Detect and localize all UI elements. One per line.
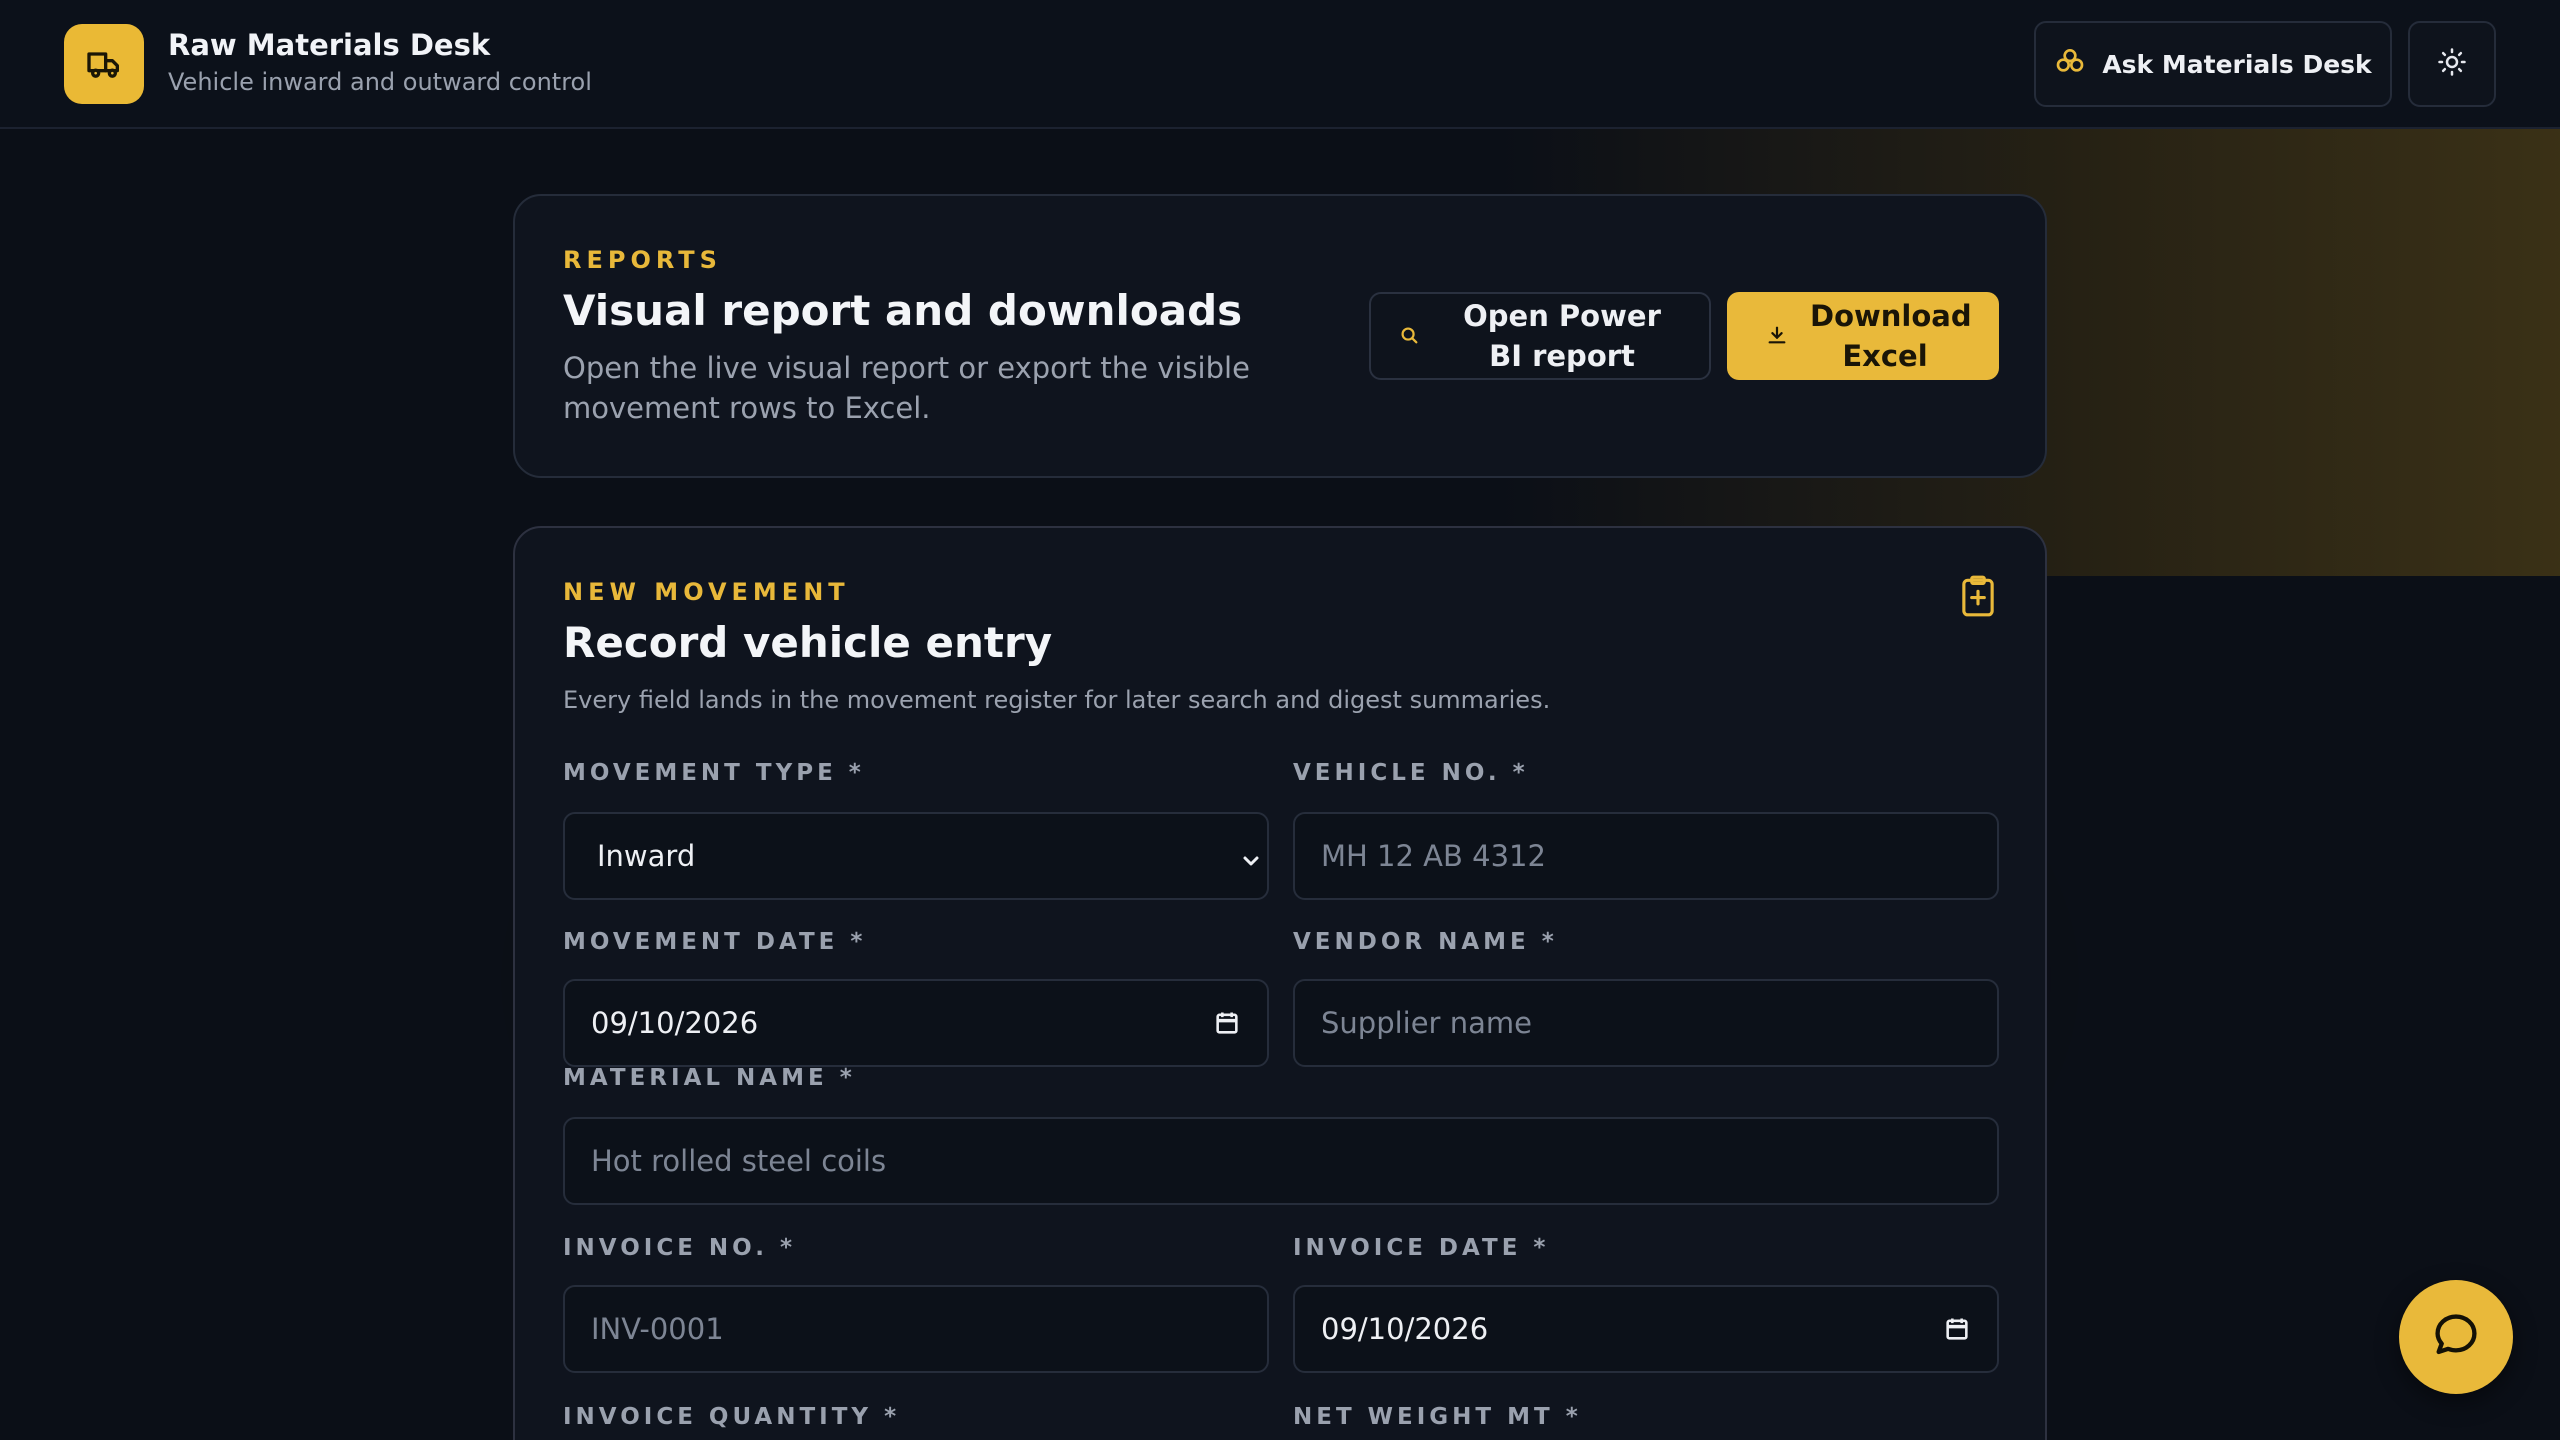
invoice-date-label: INVOICE DATE * (1293, 1235, 1550, 1261)
reports-description: Open the live visual report or export th… (563, 351, 1250, 425)
material-name-placeholder: Hot rolled steel coils (591, 1144, 887, 1178)
vehicle-no-label: VEHICLE NO. * (1293, 760, 1529, 786)
invoice-quantity-label: INVOICE QUANTITY * (563, 1404, 901, 1430)
reports-title: Visual report and downloads (563, 286, 1243, 335)
movement-date-value: 09/10/2026 (591, 1006, 759, 1040)
vehicle-no-input[interactable]: MH 12 AB 4312 (1293, 812, 1999, 900)
new-movement-card: NEW MOVEMENT Record vehicle entry Every … (513, 526, 2047, 1440)
app-subtitle: Vehicle inward and outward control (168, 68, 592, 96)
invoice-no-placeholder: INV-0001 (591, 1312, 724, 1346)
calendar-icon[interactable] (1213, 1009, 1241, 1044)
invoice-no-label: INVOICE NO. * (563, 1235, 796, 1261)
ask-button-label: Ask Materials Desk (2102, 49, 2372, 79)
movement-type-label: MOVEMENT TYPE * (563, 760, 865, 786)
download-excel-button[interactable]: Download Excel (1727, 292, 1999, 380)
truck-icon (64, 24, 144, 104)
movement-type-select[interactable]: Inward (563, 812, 1269, 900)
movement-type-value: Inward (597, 839, 696, 873)
top-bar: Raw Materials Desk Vehicle inward and ou… (0, 0, 2560, 129)
movement-description: Every field lands in the movement regist… (563, 686, 1551, 714)
movement-date-label: MOVEMENT DATE * (563, 929, 867, 955)
chat-bubble-icon (2430, 1309, 2482, 1365)
power-bi-button-label: Open Power BI report (1463, 299, 1661, 373)
vendor-name-placeholder: Supplier name (1321, 1006, 1532, 1040)
vendor-name-input[interactable]: Supplier name (1293, 979, 1999, 1067)
reports-card: REPORTS Visual report and downloads Open… (513, 194, 2047, 478)
download-icon (1766, 316, 1788, 356)
sun-icon (2437, 47, 2467, 81)
calendar-icon[interactable] (1943, 1315, 1971, 1350)
invoice-date-input[interactable]: 09/10/2026 (1293, 1285, 1999, 1373)
open-power-bi-button[interactable]: Open Power BI report (1369, 292, 1711, 380)
theme-toggle-button[interactable] (2408, 21, 2496, 107)
material-name-input[interactable]: Hot rolled steel coils (563, 1117, 1999, 1205)
download-button-label: Download Excel (1810, 299, 1972, 373)
invoice-date-value: 09/10/2026 (1321, 1312, 1489, 1346)
movement-eyebrow: NEW MOVEMENT (563, 578, 850, 606)
movement-title: Record vehicle entry (563, 618, 1053, 667)
net-weight-label: NET WEIGHT MT * (1293, 1404, 1582, 1430)
app-title: Raw Materials Desk (168, 28, 491, 62)
chat-button[interactable] (2399, 1280, 2513, 1394)
clipboard-plus-icon (1959, 574, 1997, 622)
search-icon (1398, 316, 1420, 356)
sparkles-icon (2054, 45, 2086, 83)
invoice-no-input[interactable]: INV-0001 (563, 1285, 1269, 1373)
ask-materials-desk-button[interactable]: Ask Materials Desk (2034, 21, 2392, 107)
chevron-down-icon (1239, 846, 1263, 880)
vendor-name-label: VENDOR NAME * (1293, 929, 1558, 955)
vehicle-no-placeholder: MH 12 AB 4312 (1321, 839, 1546, 873)
reports-eyebrow: REPORTS (563, 246, 722, 274)
material-name-label: MATERIAL NAME * (563, 1065, 856, 1091)
movement-date-input[interactable]: 09/10/2026 (563, 979, 1269, 1067)
